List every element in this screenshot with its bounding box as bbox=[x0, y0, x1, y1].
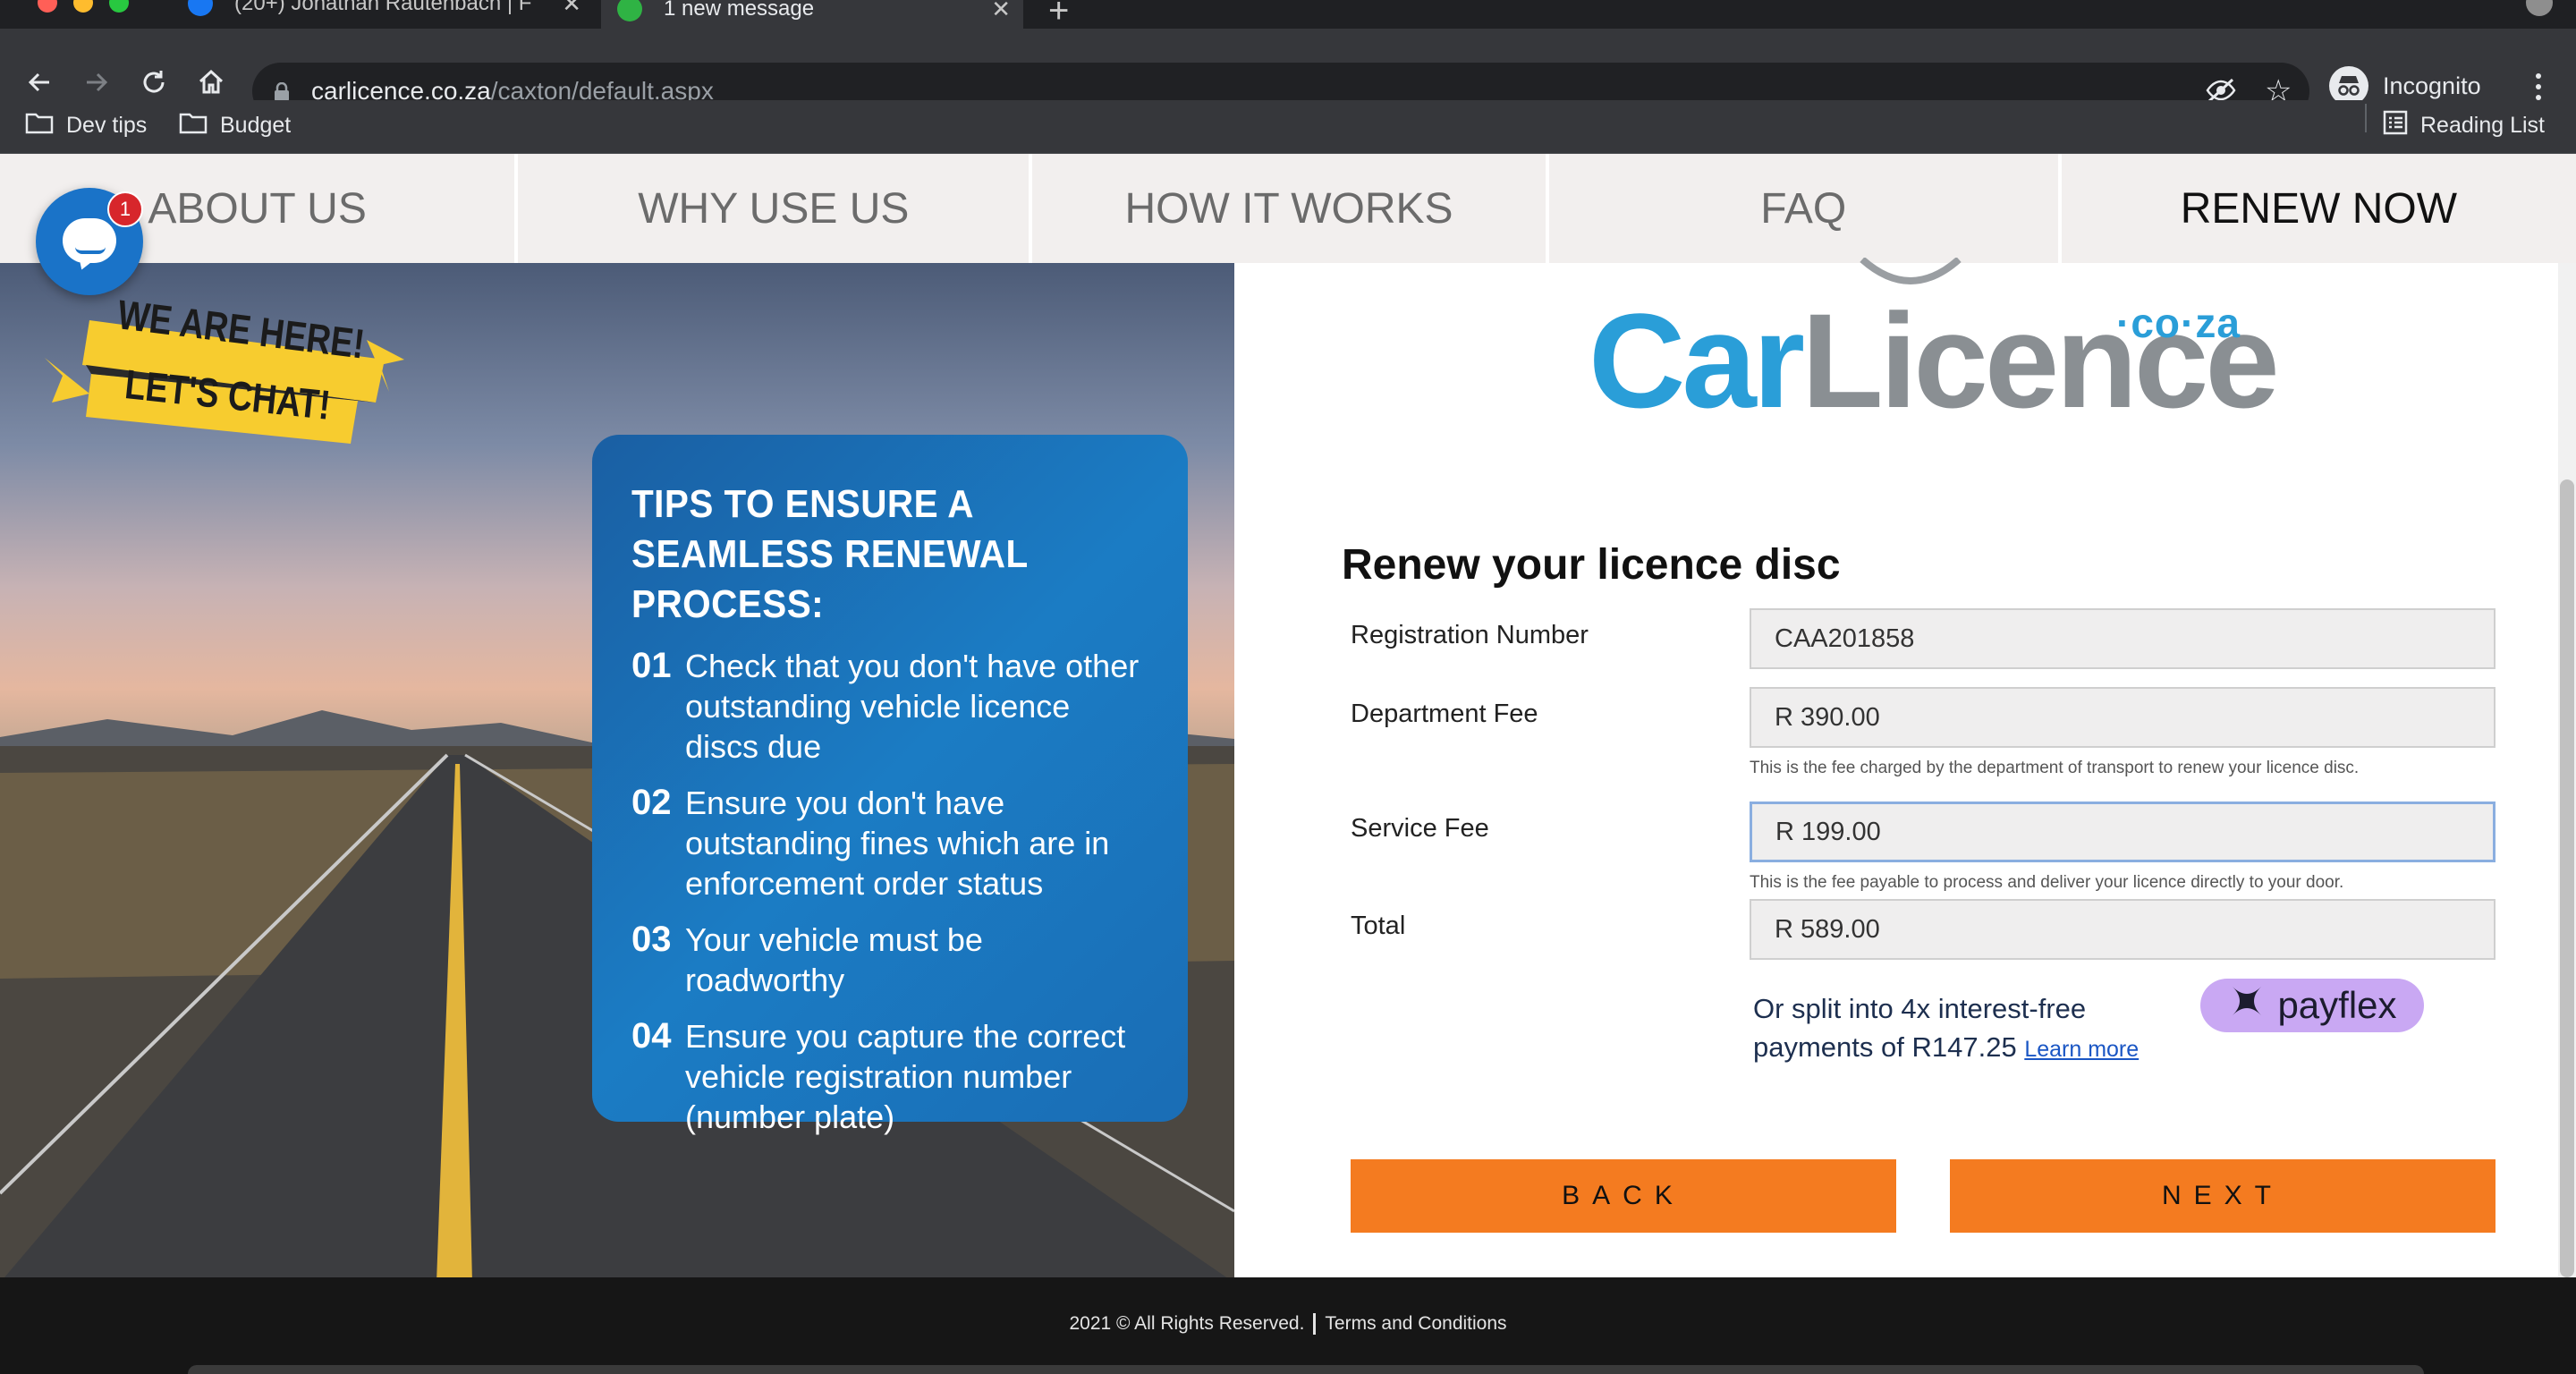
chat-banner[interactable]: WE ARE HERE! LET'S CHAT! bbox=[36, 268, 411, 447]
close-tab-icon[interactable]: ✕ bbox=[991, 0, 1011, 23]
close-window-button[interactable] bbox=[38, 0, 57, 13]
bookmark-budget[interactable]: Budget bbox=[179, 107, 291, 143]
forward-arrow-icon[interactable] bbox=[77, 63, 116, 102]
split-line-1: Or split into 4x interest-free bbox=[1753, 993, 2087, 1024]
payflex-x-icon bbox=[2227, 981, 2267, 1030]
payflex-split-text: Or split into 4x interest-free payments … bbox=[1753, 989, 2139, 1069]
chat-icon bbox=[617, 0, 642, 21]
copyright-text: 2021 © All Rights Reserved. bbox=[1069, 1313, 1305, 1334]
terms-link[interactable]: Terms and Conditions bbox=[1325, 1313, 1506, 1334]
browser-tab-strip: (20+) Jonathan Rautenbach | F ✕ 1 new me… bbox=[0, 0, 2576, 31]
next-button[interactable]: NEXT bbox=[1950, 1159, 2496, 1233]
reload-icon[interactable] bbox=[134, 63, 174, 102]
tip-text: Ensure you capture the correct vehicle r… bbox=[685, 1018, 1126, 1135]
payflex-logo[interactable]: payflex bbox=[2200, 979, 2424, 1032]
site-nav: ABOUT US WHY USE US HOW IT WORKS FAQ REN… bbox=[0, 154, 2576, 263]
tip-number: 03 bbox=[631, 920, 672, 959]
department-fee-label: Department Fee bbox=[1351, 700, 1538, 728]
chat-unread-badge: 1 bbox=[107, 191, 143, 227]
tip-item: 03 Your vehicle must be roadworthy bbox=[631, 920, 1148, 1000]
registration-number-field[interactable]: CAA201858 bbox=[1750, 608, 2496, 669]
tip-item: 02 Ensure you don't have outstanding fin… bbox=[631, 783, 1148, 903]
site-footer: 2021 © All Rights Reserved. Terms and Con… bbox=[0, 1277, 2576, 1374]
bookmarks-divider bbox=[2365, 104, 2367, 132]
tip-text: Your vehicle must be roadworthy bbox=[685, 921, 983, 998]
form-title: Renew your licence disc bbox=[1342, 541, 1841, 589]
bookmark-dev-tips[interactable]: Dev tips bbox=[25, 107, 147, 143]
nav-why-use-us[interactable]: WHY USE US bbox=[518, 154, 1030, 263]
tip-item: 04 Ensure you capture the correct vehicl… bbox=[631, 1016, 1148, 1137]
new-tab-icon[interactable]: + bbox=[1048, 0, 1069, 31]
minimize-window-button[interactable] bbox=[73, 0, 93, 13]
window-edge bbox=[188, 1365, 2424, 1374]
reading-list-button[interactable]: Reading List bbox=[2383, 107, 2545, 143]
browser-tab-facebook[interactable]: (20+) Jonathan Rautenbach | F ✕ bbox=[182, 0, 594, 18]
carlicence-logo[interactable]: CarLicence ·co·za bbox=[1589, 258, 2280, 428]
chat-smile bbox=[75, 247, 106, 254]
folder-icon bbox=[25, 111, 54, 140]
bookmark-label: Dev tips bbox=[66, 112, 148, 138]
tip-item: 01 Check that you don't have other outst… bbox=[631, 646, 1148, 767]
nav-how-it-works[interactable]: HOW IT WORKS bbox=[1032, 154, 1546, 263]
zoom-window-button[interactable] bbox=[109, 0, 129, 13]
tips-title: TIPS TO ENSURE A SEAMLESS RENEWAL PROCES… bbox=[631, 482, 1028, 626]
browser-tab-message[interactable]: 1 new message ✕ bbox=[601, 0, 1023, 29]
nav-faq[interactable]: FAQ bbox=[1548, 154, 2058, 263]
tip-text: Check that you don't have other outstand… bbox=[685, 648, 1140, 765]
payflex-label: payflex bbox=[2277, 984, 2397, 1026]
facebook-icon bbox=[188, 0, 213, 16]
home-icon[interactable] bbox=[191, 63, 231, 102]
service-fee-hint: This is the fee payable to process and d… bbox=[1750, 873, 2344, 892]
tab-title: 1 new message bbox=[664, 0, 815, 21]
tab-search-icon[interactable] bbox=[2526, 0, 2553, 16]
total-label: Total bbox=[1351, 912, 1406, 940]
footer-divider bbox=[1313, 1313, 1317, 1336]
chat-bubble-icon bbox=[63, 218, 116, 263]
tips-card: TIPS TO ENSURE A SEAMLESS RENEWAL PROCES… bbox=[592, 435, 1188, 1135]
bookmark-label: Budget bbox=[220, 112, 292, 138]
nav-renew-now[interactable]: RENEW NOW bbox=[2061, 154, 2576, 263]
tip-number: 02 bbox=[631, 783, 672, 822]
split-line-2: payments of R147.25 bbox=[1753, 1031, 2017, 1063]
learn-more-link[interactable]: Learn more bbox=[2024, 1037, 2139, 1062]
total-field[interactable]: R 589.00 bbox=[1750, 899, 2496, 960]
tip-number: 01 bbox=[631, 646, 672, 685]
back-arrow-icon[interactable] bbox=[20, 63, 59, 102]
logo-domain-suffix: ·co·za bbox=[2116, 300, 2241, 346]
close-tab-icon[interactable]: ✕ bbox=[562, 0, 581, 18]
bookmarks-bar: Dev tips Budget Reading List bbox=[0, 100, 2576, 154]
department-fee-field[interactable]: R 390.00 bbox=[1750, 687, 2496, 748]
reading-list-label: Reading List bbox=[2420, 112, 2545, 138]
registration-label: Registration Number bbox=[1351, 621, 1589, 649]
back-button[interactable]: BACK bbox=[1351, 1159, 1896, 1233]
scrollbar-thumb[interactable] bbox=[2560, 479, 2574, 1277]
tip-text: Ensure you don't have outstanding fines … bbox=[685, 785, 1110, 902]
tip-number: 04 bbox=[631, 1016, 672, 1056]
service-fee-field[interactable]: R 199.00 bbox=[1750, 802, 2496, 862]
reading-list-icon bbox=[2383, 110, 2408, 141]
tab-title: (20+) Jonathan Rautenbach | F bbox=[234, 0, 532, 15]
folder-icon bbox=[179, 111, 208, 140]
department-fee-hint: This is the fee charged by the departmen… bbox=[1750, 759, 2360, 777]
profile-label: Incognito bbox=[2383, 72, 2481, 99]
service-fee-label: Service Fee bbox=[1351, 814, 1489, 843]
footer-text: 2021 © All Rights Reserved. Terms and Con… bbox=[0, 1313, 2576, 1336]
